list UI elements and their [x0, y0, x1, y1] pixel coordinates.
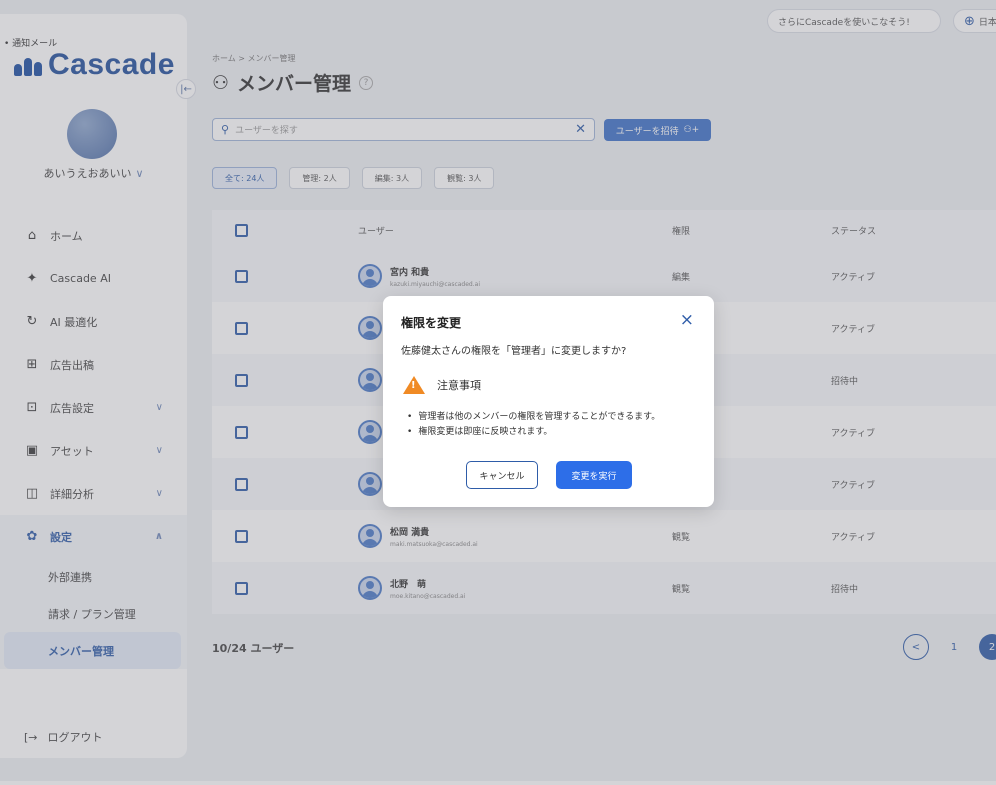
warning-note: 管理者は他のメンバーの権限を管理することができるます。 — [407, 410, 660, 425]
cancel-button[interactable]: キャンセル — [466, 461, 538, 489]
close-icon[interactable]: × — [680, 310, 694, 330]
warning-icon: ! — [403, 376, 425, 394]
dialog-description: 佐藤健太さんの権限を「管理者」に変更しますか? — [401, 346, 627, 357]
warning-title: 注意事項 — [437, 379, 481, 392]
warning-note: 権限変更は即座に反映されます。 — [407, 425, 660, 440]
warning-header: ! 注意事項 — [403, 376, 481, 394]
confirm-change-button[interactable]: 変更を実行 — [556, 461, 632, 489]
warning-notes: 管理者は他のメンバーの権限を管理することができるます。 権限変更は即座に反映され… — [407, 410, 660, 440]
dialog-title: 権限を変更 — [401, 316, 462, 330]
change-role-dialog: 権限を変更 × 佐藤健太さんの権限を「管理者」に変更しますか? ! 注意事項 管… — [383, 296, 714, 507]
